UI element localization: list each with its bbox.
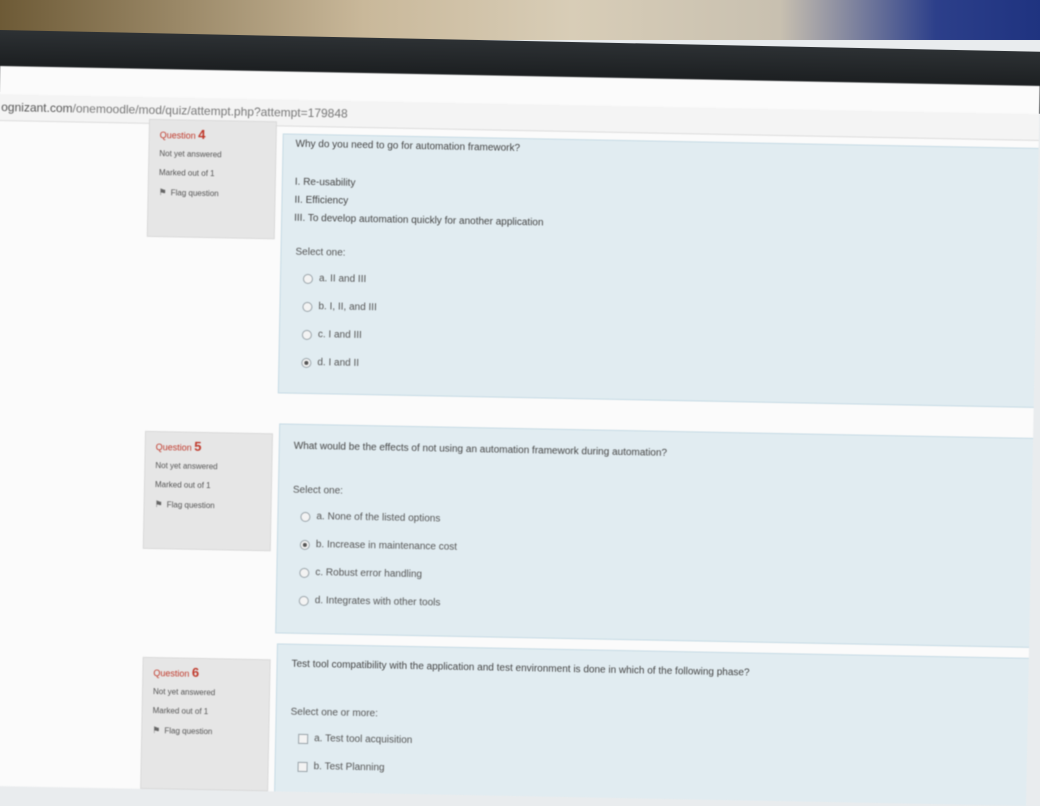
option-a[interactable]: a. Test tool acquisition <box>298 733 412 746</box>
radio-button[interactable] <box>298 595 309 606</box>
question-6-content: Test tool compatibility with the applica… <box>273 643 1040 806</box>
option-label: b. Increase in maintenance cost <box>315 539 458 553</box>
option-b[interactable]: b. Test Planning <box>297 761 385 774</box>
option-label: c. I and III <box>317 329 362 341</box>
radio-button[interactable] <box>301 329 312 340</box>
radio-button[interactable] <box>300 511 311 522</box>
option-label: a. II and III <box>318 273 367 286</box>
address-url[interactable]: ognizant.com/onemoodle/mod/quiz/attempt.… <box>1 100 348 121</box>
option-label: d. I and II <box>317 357 360 369</box>
question-state: Not yet answered <box>155 461 218 472</box>
question-grade: Marked out of 1 <box>154 480 211 491</box>
select-prompt: Select one: <box>292 484 344 497</box>
select-prompt: Select one: <box>295 246 346 259</box>
browser-screen: ognizant.com/onemoodle/mod/quiz/attempt.… <box>0 66 1040 806</box>
option-a[interactable]: a. II and III <box>302 273 367 286</box>
option-d[interactable]: d. I and II <box>301 357 359 369</box>
premise-2: II. Efficiency <box>294 194 349 207</box>
flag-label: Flag question <box>164 726 213 737</box>
question-5-info: Question 5 Not yet answered Marked out o… <box>142 430 273 552</box>
question-state: Not yet answered <box>159 149 222 160</box>
question-4-content: Why do you need to go for automation fra… <box>277 133 1040 409</box>
option-b[interactable]: b. Increase in maintenance cost <box>299 539 458 553</box>
question-number: Question 6 <box>153 664 200 680</box>
radio-button-selected[interactable] <box>301 357 312 368</box>
option-label: a. None of the listed options <box>316 511 441 525</box>
option-label: b. I, II, and III <box>318 301 377 314</box>
option-c[interactable]: c. Robust error handling <box>299 567 422 580</box>
option-c[interactable]: c. I and III <box>301 329 362 341</box>
question-text: Test tool compatibility with the applica… <box>291 658 750 679</box>
question-number: Question 4 <box>159 126 206 142</box>
option-b[interactable]: b. I, II, and III <box>302 301 377 313</box>
flag-icon: ⚑ <box>152 725 161 736</box>
option-label: a. Test tool acquisition <box>314 733 413 747</box>
flag-question-button[interactable]: ⚑ Flag question <box>155 499 271 512</box>
question-number: Question 5 <box>155 438 202 454</box>
flag-question-button[interactable]: ⚑ Flag question <box>152 725 268 738</box>
flag-label: Flag question <box>166 500 215 511</box>
url-domain: ognizant.com <box>1 100 73 116</box>
flag-icon: ⚑ <box>154 499 163 510</box>
option-a[interactable]: a. None of the listed options <box>300 511 440 525</box>
option-d[interactable]: d. Integrates with other tools <box>298 595 441 609</box>
select-prompt: Select one or more: <box>290 706 379 720</box>
flag-label: Flag question <box>170 188 219 199</box>
option-label: d. Integrates with other tools <box>314 595 441 609</box>
question-text: Why do you need to go for automation fra… <box>295 138 521 154</box>
question-4-info: Question 4 Not yet answered Marked out o… <box>146 118 277 240</box>
question-grade: Marked out of 1 <box>158 168 215 179</box>
flag-question-button[interactable]: ⚑ Flag question <box>158 187 274 200</box>
question-6-info: Question 6 Not yet answered Marked out o… <box>140 656 271 792</box>
option-label: b. Test Planning <box>313 761 385 774</box>
url-path: /onemoodle/mod/quiz/attempt.php?attempt=… <box>72 101 348 121</box>
checkbox[interactable] <box>297 761 308 772</box>
flag-icon: ⚑ <box>158 187 167 198</box>
question-grade: Marked out of 1 <box>152 706 209 717</box>
radio-button-selected[interactable] <box>299 539 310 550</box>
question-5-content: What would be the effects of not using a… <box>275 423 1040 649</box>
radio-button[interactable] <box>302 273 314 284</box>
checkbox[interactable] <box>298 733 309 744</box>
option-label: c. Robust error handling <box>315 567 423 581</box>
question-state: Not yet answered <box>152 687 216 698</box>
premise-1: I. Re-usability <box>294 176 356 189</box>
question-text: What would be the effects of not using a… <box>293 440 668 459</box>
radio-button[interactable] <box>299 567 310 578</box>
radio-button[interactable] <box>302 301 313 312</box>
premise-3: III. To develop automation quickly for a… <box>294 212 544 229</box>
